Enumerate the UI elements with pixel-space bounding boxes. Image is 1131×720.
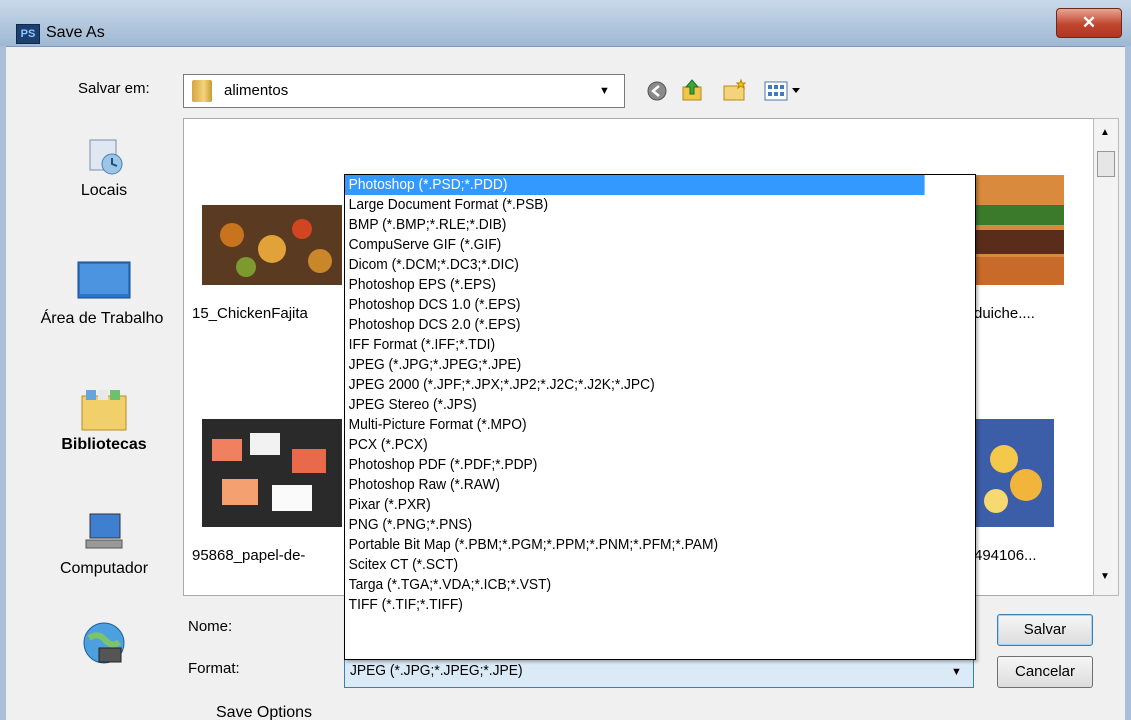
cancel-button[interactable]: Cancelar xyxy=(997,656,1093,688)
format-option[interactable]: JPEG 2000 (*.JPF;*.JPX;*.JP2;*.J2C;*.J2K… xyxy=(345,375,925,395)
format-option[interactable]: Photoshop Raw (*.RAW) xyxy=(345,475,925,495)
file-thumbnail[interactable] xyxy=(974,175,1064,285)
save-in-combo[interactable]: alimentos ▼ xyxy=(183,74,625,108)
place-label: Locais xyxy=(80,182,128,199)
chevron-down-icon: ▼ xyxy=(599,85,610,97)
view-menu-icon[interactable] xyxy=(764,80,804,107)
format-option[interactable]: JPEG (*.JPG;*.JPEG;*.JPE) xyxy=(345,355,925,375)
save-in-value: alimentos xyxy=(224,82,289,99)
place-computer[interactable]: Computador xyxy=(32,510,176,582)
format-value: JPEG (*.JPG;*.JPEG;*.JPE) xyxy=(350,662,523,679)
computer-icon xyxy=(80,510,128,556)
scroll-up-icon[interactable]: ▲ xyxy=(1100,127,1110,138)
file-label: duiche.... xyxy=(974,305,1035,322)
save-in-label: Salvar em: xyxy=(78,80,150,97)
format-option[interactable]: PNG (*.PNG;*.PNS) xyxy=(345,515,925,535)
format-option[interactable]: IFF Format (*.IFF;*.TDI) xyxy=(345,335,925,355)
title-bar: PS Save As ✕ xyxy=(0,0,1131,47)
save-options-groupbox-label: Save Options xyxy=(216,704,313,720)
save-button[interactable]: Salvar xyxy=(997,614,1093,646)
format-option[interactable]: Scitex CT (*.SCT) xyxy=(345,555,925,575)
format-option[interactable]: PCX (*.PCX) xyxy=(345,435,925,455)
place-label: Área de Trabalho xyxy=(40,310,164,327)
recent-places-icon xyxy=(82,134,126,178)
format-option[interactable]: BMP (*.BMP;*.RLE;*.DIB) xyxy=(345,215,925,235)
format-option[interactable]: CompuServe GIF (*.GIF) xyxy=(345,235,925,255)
name-label: Nome: xyxy=(188,618,233,635)
format-option[interactable]: Photoshop DCS 1.0 (*.EPS) xyxy=(345,295,925,315)
back-icon[interactable] xyxy=(646,80,668,107)
format-option[interactable]: Dicom (*.DCM;*.DC3;*.DIC) xyxy=(345,255,925,275)
scroll-down-icon[interactable]: ▼ xyxy=(1100,571,1110,582)
new-folder-icon[interactable] xyxy=(722,78,748,107)
place-libraries[interactable]: Bibliotecas xyxy=(32,386,176,458)
format-option[interactable]: Photoshop EPS (*.EPS) xyxy=(345,275,925,295)
place-desktop[interactable]: Área de Trabalho xyxy=(32,258,176,332)
desktop-icon xyxy=(76,258,132,302)
file-thumbnail[interactable] xyxy=(974,419,1054,527)
folder-icon xyxy=(192,80,212,102)
up-folder-icon[interactable] xyxy=(680,78,704,107)
format-option[interactable]: JPEG Stereo (*.JPS) xyxy=(345,395,925,415)
places-bar: Locais Área de Trabalho Bibliotecas Comp… xyxy=(32,118,176,703)
file-list-scrollbar[interactable]: ▲ ▼ xyxy=(1093,118,1119,596)
place-network[interactable] xyxy=(32,618,176,668)
format-option[interactable]: Photoshop (*.PSD;*.PDD) xyxy=(345,175,925,195)
format-option[interactable]: Large Document Format (*.PSB) xyxy=(345,195,925,215)
format-select[interactable]: JPEG (*.JPG;*.JPEG;*.JPE) ▼ xyxy=(344,656,974,688)
format-option[interactable]: Pixar (*.PXR) xyxy=(345,495,925,515)
place-label: Computador xyxy=(59,560,149,577)
chevron-down-icon: ▼ xyxy=(951,666,962,678)
file-thumbnail[interactable] xyxy=(202,205,342,285)
format-option[interactable]: Multi-Picture Format (*.MPO) xyxy=(345,415,925,435)
format-option[interactable]: Photoshop PDF (*.PDF;*.PDP) xyxy=(345,455,925,475)
libraries-icon xyxy=(80,386,128,432)
close-button[interactable]: ✕ xyxy=(1056,8,1122,38)
save-as-dialog: PS Save As ✕ Salvar em: alimentos ▼ Loca… xyxy=(0,0,1131,720)
window-frame-left xyxy=(0,46,6,720)
file-label: 494106... xyxy=(974,547,1037,564)
photoshop-app-icon: PS xyxy=(16,24,40,44)
format-label: Format: xyxy=(188,660,240,677)
format-option[interactable]: TIFF (*.TIF;*.TIFF) xyxy=(345,595,925,615)
file-thumbnail[interactable] xyxy=(202,419,342,527)
dialog-title: Save As xyxy=(46,24,105,41)
file-label: 15_ChickenFajita xyxy=(192,305,308,322)
format-option[interactable]: Photoshop DCS 2.0 (*.EPS) xyxy=(345,315,925,335)
network-icon xyxy=(79,618,129,668)
place-label: Bibliotecas xyxy=(61,436,147,453)
scroll-thumb[interactable] xyxy=(1097,151,1115,177)
file-label: 95868_papel-de- xyxy=(192,547,306,564)
format-option[interactable]: Targa (*.TGA;*.VDA;*.ICB;*.VST) xyxy=(345,575,925,595)
format-dropdown-list[interactable]: Photoshop (*.PSD;*.PDD) Large Document Fo… xyxy=(344,174,976,660)
format-option[interactable]: Portable Bit Map (*.PBM;*.PGM;*.PPM;*.PN… xyxy=(345,535,925,555)
window-frame-right xyxy=(1125,46,1131,720)
place-recent[interactable]: Locais xyxy=(32,134,176,204)
